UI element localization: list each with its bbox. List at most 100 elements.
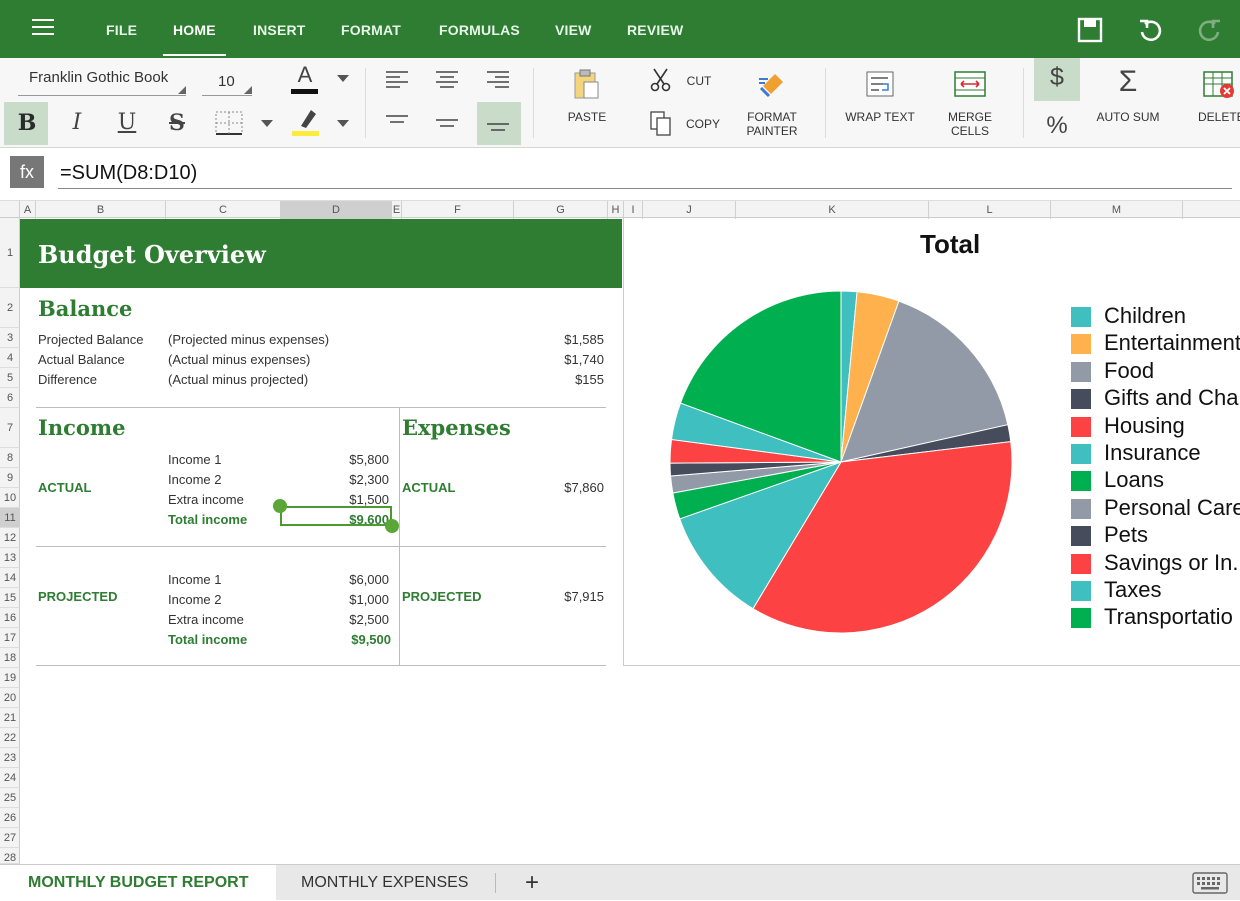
row-header[interactable]: 13 — [0, 548, 20, 568]
balance-value[interactable]: $155 — [520, 372, 604, 387]
row-header[interactable]: 27 — [0, 828, 20, 848]
balance-note[interactable]: (Projected minus expenses) — [168, 332, 329, 347]
underline-button[interactable]: U — [114, 110, 140, 135]
copy-label[interactable]: COPY — [682, 117, 724, 131]
column-header-l[interactable]: L — [929, 201, 1051, 219]
row-header[interactable]: 9 — [0, 468, 20, 488]
sigma-icon[interactable]: Σ — [1112, 65, 1144, 99]
row-header[interactable]: 25 — [0, 788, 20, 808]
paste-label[interactable]: PASTE — [560, 110, 614, 124]
expenses-actual-value[interactable]: $7,860 — [520, 480, 604, 495]
column-header-b[interactable]: B — [36, 201, 166, 219]
row-header[interactable]: 10 — [0, 488, 20, 508]
keyboard-icon[interactable] — [1192, 872, 1228, 894]
wrap-text-icon[interactable] — [866, 71, 896, 99]
wrap-text-label[interactable]: WRAP TEXT — [840, 110, 920, 124]
row-header[interactable]: 2 — [0, 288, 20, 328]
tab-insert[interactable]: INSERT — [253, 0, 306, 58]
undo-icon[interactable] — [1137, 17, 1163, 43]
tab-review[interactable]: REVIEW — [627, 0, 683, 58]
income-item-label[interactable]: Income 2 — [168, 592, 221, 607]
tab-file[interactable]: FILE — [106, 0, 137, 58]
balance-value[interactable]: $1,585 — [520, 332, 604, 347]
select-all-corner[interactable] — [0, 201, 20, 219]
row-header[interactable]: 11 — [0, 508, 20, 528]
row-header[interactable]: 14 — [0, 568, 20, 588]
row-header[interactable]: 4 — [0, 348, 20, 368]
income-item-label[interactable]: Extra income — [168, 492, 244, 507]
sheet-tab-monthly-budget-report[interactable]: MONTHLY BUDGET REPORT — [0, 865, 277, 901]
align-bottom-icon[interactable] — [487, 122, 511, 134]
tab-format[interactable]: FORMAT — [341, 0, 401, 58]
align-right-icon[interactable] — [487, 70, 511, 88]
add-sheet-button[interactable]: + — [497, 865, 567, 901]
highlight-dropdown-icon[interactable] — [337, 120, 349, 128]
format-painter-label[interactable]: FORMAT PAINTER — [740, 110, 804, 138]
merge-cells-label[interactable]: MERGE CELLS — [940, 110, 1000, 138]
column-header-a[interactable]: A — [20, 201, 36, 219]
income-item-label[interactable]: Income 1 — [168, 452, 221, 467]
copy-icon[interactable] — [650, 111, 672, 137]
selection-handle-start[interactable] — [273, 499, 287, 513]
column-header-m[interactable]: M — [1051, 201, 1183, 219]
align-left-icon[interactable] — [386, 70, 410, 88]
font-size-select[interactable]: 10 — [218, 73, 235, 90]
row-header[interactable]: 15 — [0, 588, 20, 608]
row-header[interactable]: 18 — [0, 648, 20, 668]
balance-label[interactable]: Difference — [38, 372, 97, 387]
font-name-select[interactable]: Franklin Gothic Book — [29, 69, 168, 86]
column-header-f[interactable]: F — [402, 201, 514, 219]
delete-cells-icon[interactable] — [1203, 71, 1237, 101]
row-header[interactable]: 5 — [0, 368, 20, 388]
row-header[interactable]: 28 — [0, 848, 20, 864]
income-item-label[interactable]: Income 1 — [168, 572, 221, 587]
sheet-tab-monthly-expenses[interactable]: MONTHLY EXPENSES — [273, 865, 496, 901]
row-header[interactable]: 16 — [0, 608, 20, 628]
borders-icon[interactable] — [215, 111, 243, 137]
income-item-label[interactable]: Income 2 — [168, 472, 221, 487]
column-header-k[interactable]: K — [736, 201, 929, 219]
total-income-label[interactable]: Total income — [168, 512, 247, 527]
font-color-dropdown-icon[interactable] — [337, 75, 349, 83]
cut-label[interactable]: CUT — [682, 74, 716, 88]
format-painter-icon[interactable] — [757, 71, 787, 99]
font-color-button[interactable]: A — [293, 62, 317, 88]
column-header-h[interactable]: H — [608, 201, 624, 219]
tab-formulas[interactable]: FORMULAS — [439, 0, 520, 58]
align-top-icon[interactable] — [386, 114, 410, 126]
merge-cells-icon[interactable] — [954, 71, 986, 99]
income-item-label[interactable]: Extra income — [168, 612, 244, 627]
total-income-value[interactable]: $9,500 — [300, 632, 391, 647]
highlight-color-icon[interactable] — [291, 106, 321, 138]
column-header-d[interactable]: D — [281, 201, 392, 219]
cell-selection-box[interactable] — [280, 506, 392, 526]
expenses-actual-label[interactable]: ACTUAL — [402, 480, 455, 495]
currency-format-button[interactable]: $ — [1044, 63, 1070, 92]
cut-icon[interactable] — [650, 68, 672, 92]
income-item-value[interactable]: $2,300 — [300, 472, 389, 487]
pie-chart[interactable]: Total Children Entertainment Food Gifts and… — [623, 219, 1240, 666]
delete-label[interactable]: DELETE — [1194, 110, 1240, 124]
row-header[interactable]: 8 — [0, 448, 20, 468]
column-header-i[interactable]: I — [624, 201, 643, 219]
balance-value[interactable]: $1,740 — [520, 352, 604, 367]
auto-sum-label[interactable]: AUTO SUM — [1090, 110, 1166, 124]
balance-label[interactable]: Projected Balance — [38, 332, 144, 347]
row-header[interactable]: 24 — [0, 768, 20, 788]
row-header[interactable]: 7 — [0, 408, 20, 448]
income-item-value[interactable]: $5,800 — [300, 452, 389, 467]
tab-view[interactable]: VIEW — [555, 0, 592, 58]
row-header[interactable]: 22 — [0, 728, 20, 748]
tab-home[interactable]: HOME — [163, 0, 226, 58]
column-header-c[interactable]: C — [166, 201, 281, 219]
italic-button[interactable]: I — [64, 110, 90, 135]
balance-note[interactable]: (Actual minus expenses) — [168, 352, 310, 367]
row-header[interactable]: 19 — [0, 668, 20, 688]
redo-icon[interactable] — [1197, 17, 1223, 43]
selection-handle-end[interactable] — [385, 519, 399, 533]
income-item-value[interactable]: $1,500 — [300, 492, 389, 507]
hamburger-menu-icon[interactable] — [32, 19, 56, 37]
income-item-value[interactable]: $1,000 — [300, 592, 389, 607]
borders-dropdown-icon[interactable] — [261, 120, 273, 128]
percent-format-button[interactable]: % — [1044, 112, 1070, 140]
